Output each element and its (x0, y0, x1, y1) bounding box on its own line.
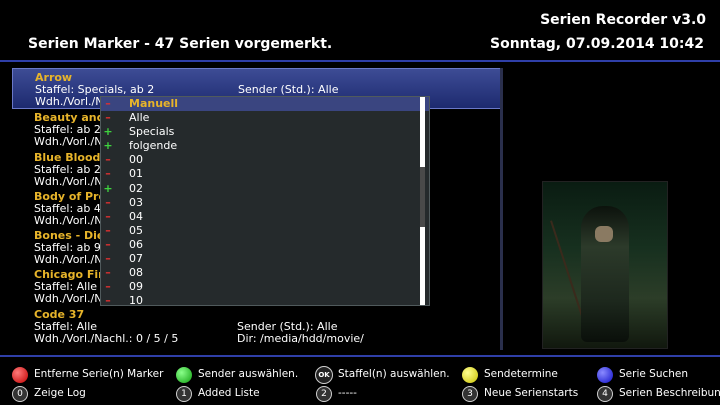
date-time: Sonntag, 07.09.2014 10:42 (490, 36, 704, 52)
season-option-label: 05 (129, 223, 143, 237)
season-option-label: Manuell (129, 97, 179, 110)
header-divider (0, 60, 720, 62)
page-title: Serien Marker - 47 Serien vorgemerkt. (28, 36, 333, 52)
deselected-icon: – (105, 209, 111, 223)
series-repeat-info: Wdh./Vorl./N (35, 95, 104, 108)
series-seasons: Staffel: ab 2 (34, 162, 101, 176)
green-button-label: Sender auswählen. (198, 368, 299, 380)
series-directory: Dir: /media/hdd/movie/ (237, 331, 364, 345)
season-option[interactable]: – 09 (101, 280, 429, 294)
series-repeat-info: Wdh./Vorl./N (34, 174, 103, 188)
series-repeat-info: Wdh./Vorl./Nachl.: 0 / 5 / 5 (34, 331, 179, 345)
key-0-label: Zeige Log (34, 387, 86, 399)
key-3-icon[interactable]: 3 (462, 386, 478, 402)
deselected-icon: – (105, 252, 111, 266)
series-repeat-info: Wdh./Vorl./N (34, 213, 103, 227)
season-option[interactable]: – 07 (101, 252, 429, 266)
selected-icon: + (103, 139, 113, 153)
selected-icon: + (103, 181, 113, 195)
series-row[interactable]: Code 37 Staffel: Alle Sender (Std.): All… (12, 306, 502, 345)
season-option-label: 07 (129, 252, 143, 266)
season-option[interactable]: – 03 (101, 196, 429, 210)
key-1-label: Added Liste (198, 387, 260, 399)
season-option-label: 02 (129, 181, 143, 195)
app-title: Serien Recorder v3.0 (540, 12, 706, 28)
deselected-icon: – (105, 266, 111, 280)
footer-divider (0, 355, 720, 357)
series-cover-image (542, 181, 668, 349)
ok-button-icon[interactable]: OK (315, 366, 333, 384)
season-option[interactable]: – 01 (101, 167, 429, 181)
deselected-icon: – (105, 280, 111, 294)
ok-button-label: Staffel(n) auswählen. (338, 368, 450, 380)
season-option-label: Specials (129, 125, 175, 139)
season-option[interactable]: + 02 (101, 182, 429, 196)
season-option-label: 08 (129, 266, 143, 280)
deselected-icon: – (105, 111, 111, 125)
season-option[interactable]: – 04 (101, 210, 429, 224)
season-option-label: 03 (129, 195, 143, 209)
deselected-icon: – (105, 237, 111, 251)
deselected-icon: – (105, 97, 111, 110)
season-option-label: 00 (129, 153, 143, 167)
popup-scrollbar-thumb[interactable] (420, 167, 425, 227)
key-4-label: Serien Beschreibung (619, 387, 720, 399)
yellow-button-icon[interactable] (462, 367, 478, 383)
season-option[interactable]: + folgende (101, 139, 429, 153)
key-0-icon[interactable]: 0 (12, 386, 28, 402)
key-2-icon[interactable]: 2 (316, 386, 332, 402)
season-option-label: Alle (129, 111, 150, 125)
deselected-icon: – (105, 167, 111, 181)
red-button-icon[interactable] (12, 367, 28, 383)
season-option-label: 04 (129, 209, 143, 223)
season-option[interactable]: – 05 (101, 224, 429, 238)
figure-face (595, 226, 613, 242)
season-option-label: 01 (129, 167, 143, 181)
deselected-icon: – (105, 153, 111, 167)
deselected-icon: – (105, 223, 111, 237)
series-repeat-info: Wdh./Vorl./N (34, 135, 103, 149)
blue-button-label: Serie Suchen (619, 368, 689, 380)
season-option-label: 09 (129, 280, 143, 294)
season-option[interactable]: – 10 (101, 294, 429, 306)
season-option-label: 10 (129, 294, 143, 306)
season-option[interactable]: – 00 (101, 153, 429, 167)
season-select-popup: – Manuell – Alle + Specials + folgende –… (100, 96, 430, 306)
season-option[interactable]: – Manuell (101, 97, 429, 112)
series-channel: Sender (Std.): Alle (237, 319, 338, 333)
series-name: Code 37 (34, 307, 85, 321)
series-name: Blue Bloods (34, 150, 107, 164)
list-scrollbar[interactable] (500, 68, 503, 350)
green-button-icon[interactable] (176, 367, 192, 383)
season-option-label: 06 (129, 237, 143, 251)
yellow-button-label: Sendetermine (484, 368, 558, 380)
season-option[interactable]: – 08 (101, 266, 429, 280)
button-legend: Entferne Serie(n) Marker Sender auswähle… (0, 362, 720, 405)
key-3-label: Neue Serienstarts (484, 387, 579, 399)
season-option[interactable]: – 06 (101, 238, 429, 252)
deselected-icon: – (105, 294, 111, 306)
season-option[interactable]: + Specials (101, 125, 429, 139)
key-4-icon[interactable]: 4 (597, 386, 613, 402)
key-1-icon[interactable]: 1 (176, 386, 192, 402)
series-channel: Sender (Std.): Alle (238, 83, 339, 96)
series-seasons: Staffel: Alle (34, 319, 98, 333)
blue-button-icon[interactable] (597, 367, 613, 383)
key-2-label: ----- (338, 387, 357, 399)
red-button-label: Entferne Serie(n) Marker (34, 368, 164, 380)
deselected-icon: – (105, 195, 111, 209)
season-option-label: folgende (129, 139, 178, 153)
series-repeat-info: Wdh./Vorl./N (34, 292, 103, 306)
season-option[interactable]: – Alle (101, 111, 429, 125)
series-repeat-info: Wdh./Vorl./N (34, 253, 103, 267)
selected-icon: + (103, 125, 113, 139)
